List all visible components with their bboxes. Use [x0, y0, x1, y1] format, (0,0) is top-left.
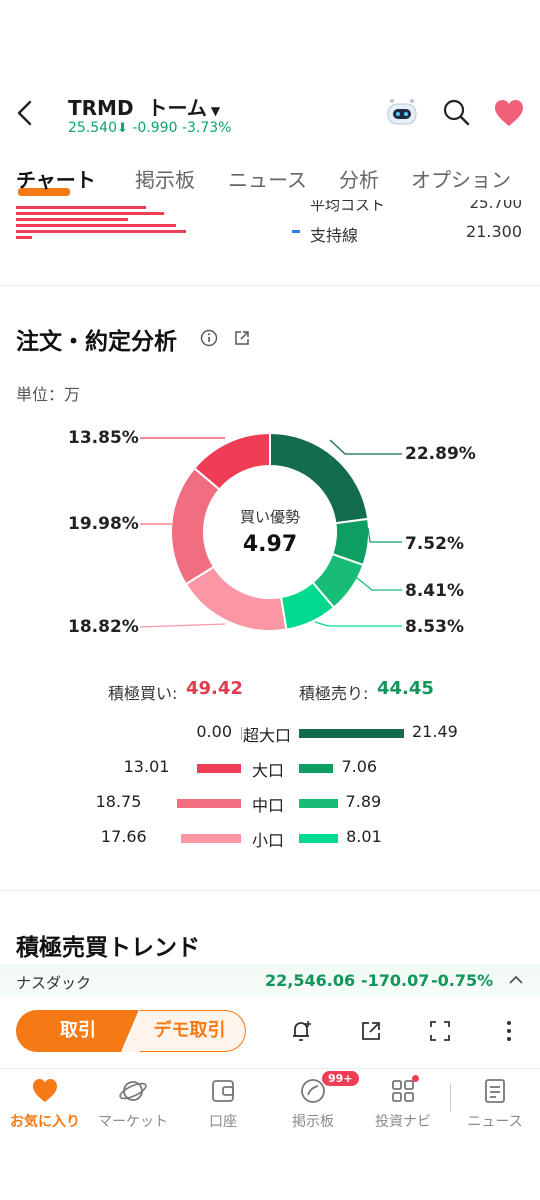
- price-change-pct: -3.73%: [181, 120, 232, 136]
- nav-account[interactable]: 口座: [178, 1077, 268, 1131]
- info-icon[interactable]: [200, 329, 218, 347]
- leader-line-sell-small: [139, 623, 226, 628]
- stock-name: トーム: [147, 96, 207, 120]
- support-line-label: 支持線: [310, 226, 359, 245]
- support-line-marker: [292, 230, 300, 233]
- active-buy-value: 49.42: [186, 678, 243, 699]
- section-divider: [0, 890, 540, 891]
- nav-favorites[interactable]: お気に入り: [0, 1077, 90, 1131]
- active-buy-label: 積極買い:: [108, 684, 178, 703]
- trend-section-title: 積極売買トレンド: [16, 935, 200, 961]
- slice-label-buy-large: 7.52%: [405, 534, 464, 554]
- heart-icon: [33, 1079, 57, 1102]
- demo-trade-button[interactable]: デモ取引: [124, 1010, 246, 1052]
- share-icon[interactable]: [358, 1018, 384, 1044]
- index-ticker-bar[interactable]: ナスダック 22,546.06 -170.07 -0.75%: [0, 964, 540, 998]
- buy-size-value: 0.00: [196, 722, 232, 741]
- sell-size-value: 8.01: [346, 827, 382, 846]
- donut-slice-sell-small: [184, 565, 288, 632]
- notification-badge: 99+: [322, 1071, 359, 1086]
- slice-label-sell-large: 13.85%: [68, 428, 139, 448]
- active-sell-label: 積極売り:: [299, 684, 369, 703]
- leader-line-buy-small: [314, 621, 402, 627]
- search-icon[interactable]: [441, 97, 471, 127]
- price: 25.540: [68, 120, 117, 136]
- alert-bell-icon[interactable]: [288, 1018, 314, 1044]
- index-change-pct: -0.75%: [431, 971, 494, 990]
- leader-line-buy-xlarge: [329, 439, 402, 455]
- buy-size-value: 18.75: [95, 792, 142, 811]
- sell-size-value: 7.06: [341, 757, 378, 776]
- nav-board[interactable]: 99+ 掲示板: [268, 1071, 359, 1131]
- zero-bar-marker: [241, 727, 242, 740]
- ticker-symbol: TRMD: [68, 96, 134, 120]
- index-change: -170.07: [361, 971, 430, 990]
- tab-bar: チャート 掲示板 ニュース 分析 オプション: [0, 164, 540, 200]
- sell-size-bar: [299, 764, 334, 773]
- size-category-label: 大口: [252, 761, 285, 780]
- support-line-value: 21.300: [466, 222, 522, 241]
- average-cost-value: 25.700: [469, 200, 523, 212]
- sell-size-bar: [299, 729, 404, 738]
- button-slant-divider: [118, 1010, 140, 1052]
- buy-size-value: 13.01: [123, 757, 170, 776]
- back-arrow-icon[interactable]: [14, 98, 38, 128]
- planet-icon: [119, 1081, 147, 1101]
- slice-label-sell-medium: 19.98%: [68, 514, 139, 534]
- notification-dot: [412, 1075, 419, 1082]
- buy-size-bar: [176, 799, 241, 808]
- share-icon[interactable]: [233, 329, 251, 347]
- size-row: 0.00 超大口 21.49: [0, 722, 540, 746]
- slice-label-buy-medium: 8.41%: [405, 581, 464, 601]
- size-row: 13.01 大口 7.06: [0, 757, 540, 781]
- nav-invest-navi[interactable]: 投資ナビ: [358, 1075, 448, 1131]
- fullscreen-icon[interactable]: [427, 1018, 453, 1044]
- ticker-selector[interactable]: TRMD トーム ▼: [68, 92, 220, 121]
- size-category-label: 中口: [252, 796, 285, 815]
- nav-market[interactable]: マーケット: [88, 1077, 178, 1131]
- slice-label-buy-xlarge: 22.89%: [405, 444, 476, 464]
- sell-size-value: 21.49: [412, 722, 458, 741]
- chart-strip: 平均コスト 25.700 支持線 21.300: [0, 200, 540, 250]
- average-cost-label: 平均コスト: [310, 200, 386, 214]
- wallet-icon: [212, 1080, 234, 1102]
- section-title: 注文・約定分析: [16, 329, 177, 355]
- size-category-label: 超大口: [243, 726, 292, 745]
- size-category-label: 小口: [252, 831, 285, 850]
- news-icon: [485, 1079, 505, 1103]
- nav-news[interactable]: ニュース: [450, 1077, 540, 1131]
- price-change: -0.990: [132, 120, 178, 136]
- down-arrow-icon: ⬇: [117, 121, 128, 136]
- tab-board[interactable]: 掲示板: [135, 164, 195, 193]
- buy-size-bar: [196, 764, 241, 773]
- buy-size-value: 17.66: [100, 827, 147, 846]
- tab-chart[interactable]: チャート: [16, 164, 96, 193]
- index-value: 22,546.06: [265, 971, 356, 990]
- favorite-heart-icon[interactable]: [493, 98, 525, 128]
- donut-center-value: 4.97: [242, 532, 298, 557]
- size-row: 18.75 中口 7.89: [0, 792, 540, 816]
- section-divider: [0, 285, 540, 286]
- caret-down-icon: ▼: [210, 104, 221, 118]
- donut-center-label: 買い優勢: [239, 508, 300, 526]
- ai-robot-icon[interactable]: [384, 96, 420, 128]
- slice-label-buy-small: 8.53%: [405, 617, 464, 637]
- price-quote: 25.540⬇ -0.990 -3.73%: [68, 120, 231, 136]
- more-options-icon[interactable]: [496, 1018, 522, 1044]
- size-row: 17.66 小口 8.01: [0, 827, 540, 851]
- stock-header: TRMD トーム ▼ 25.540⬇ -0.990 -3.73%: [0, 86, 540, 146]
- index-name: ナスダック: [16, 974, 92, 992]
- buy-size-bar: [180, 834, 241, 843]
- tab-news[interactable]: ニュース: [228, 164, 307, 193]
- bottom-navigation: お気に入り マーケット 口座 99+ 掲示板 投資ナビ ニュース: [0, 1068, 540, 1138]
- sell-size-value: 7.89: [345, 792, 382, 811]
- sell-size-bar: [299, 799, 338, 808]
- active-sell-value: 44.45: [377, 678, 434, 699]
- tab-options[interactable]: オプション: [411, 164, 511, 193]
- sell-size-bar: [299, 834, 339, 843]
- tab-analysis[interactable]: 分析: [339, 164, 379, 193]
- slice-label-sell-small: 18.82%: [68, 617, 139, 637]
- leader-line-buy-large: [367, 527, 402, 543]
- chevron-up-icon[interactable]: [508, 972, 524, 988]
